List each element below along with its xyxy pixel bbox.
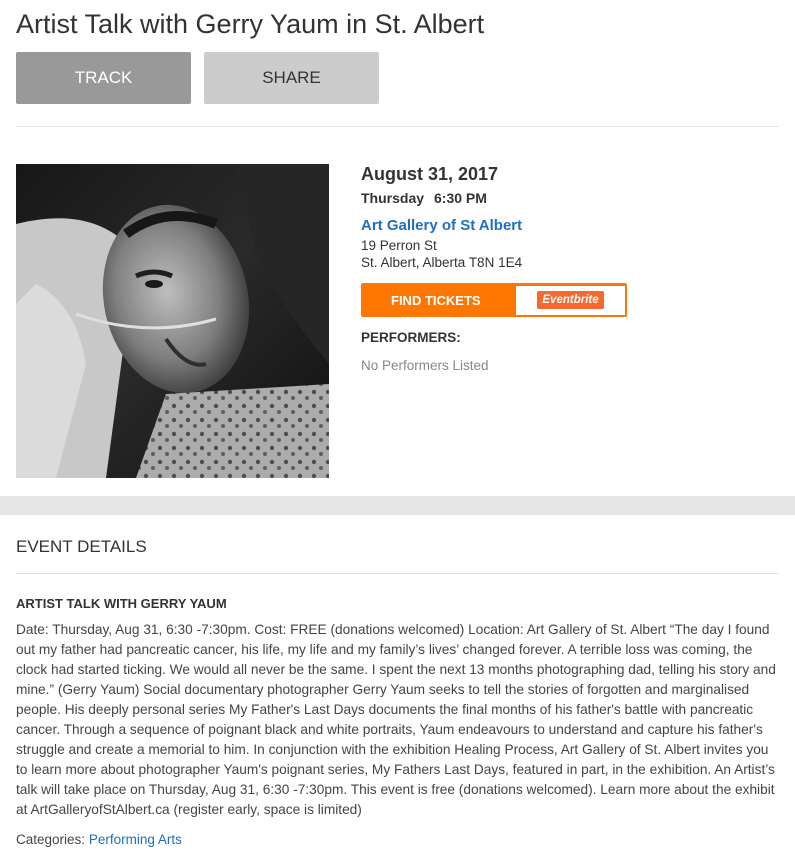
- action-buttons: TRACK SHARE: [16, 52, 779, 104]
- event-day-time: Thursday 6:30 PM: [361, 190, 627, 206]
- find-tickets-button[interactable]: FIND TICKETS Eventbrite: [361, 283, 627, 317]
- event-categories: Categories: Performing Arts: [16, 832, 779, 847]
- event-subheading: ARTIST TALK WITH GERRY YAUM: [16, 596, 227, 611]
- eventbrite-logo-box: Eventbrite: [516, 285, 625, 315]
- venue-address: 19 Perron St St. Albert, Alberta T8N 1E4: [361, 237, 627, 271]
- event-weekday: Thursday: [361, 190, 425, 206]
- divider: [16, 126, 779, 127]
- track-button[interactable]: TRACK: [16, 52, 191, 104]
- section-separator: [0, 496, 795, 515]
- performers-heading: PERFORMERS:: [361, 330, 461, 345]
- event-photo-image: [16, 164, 329, 478]
- venue-link[interactable]: Art Gallery of St Albert: [361, 217, 627, 234]
- divider: [16, 573, 779, 574]
- event-details-section: EVENT DETAILS ARTIST TALK WITH GERRY YAU…: [0, 515, 795, 847]
- event-header: Artist Talk with Gerry Yaum in St. Alber…: [0, 0, 795, 478]
- event-description: Date: Thursday, Aug 31, 6:30 -7:30pm. Co…: [16, 622, 776, 817]
- event-summary: August 31, 2017 Thursday 6:30 PM Art Gall…: [16, 164, 779, 478]
- event-time: 6:30 PM: [434, 190, 487, 206]
- page-title: Artist Talk with Gerry Yaum in St. Alber…: [16, 9, 485, 39]
- category-link[interactable]: Performing Arts: [89, 832, 182, 847]
- venue-city: St. Albert, Alberta T8N 1E4: [361, 255, 523, 270]
- venue-street: 19 Perron St: [361, 238, 437, 253]
- event-info: August 31, 2017 Thursday 6:30 PM Art Gall…: [361, 164, 627, 478]
- event-details-heading: EVENT DETAILS: [16, 537, 147, 556]
- event-date: August 31, 2017: [361, 164, 499, 184]
- performers-empty: No Performers Listed: [361, 358, 489, 373]
- share-button[interactable]: SHARE: [204, 52, 379, 104]
- find-tickets-label: FIND TICKETS: [391, 292, 481, 308]
- event-photo: [16, 164, 329, 478]
- eventbrite-logo: Eventbrite: [537, 291, 604, 309]
- categories-label: Categories:: [16, 832, 86, 847]
